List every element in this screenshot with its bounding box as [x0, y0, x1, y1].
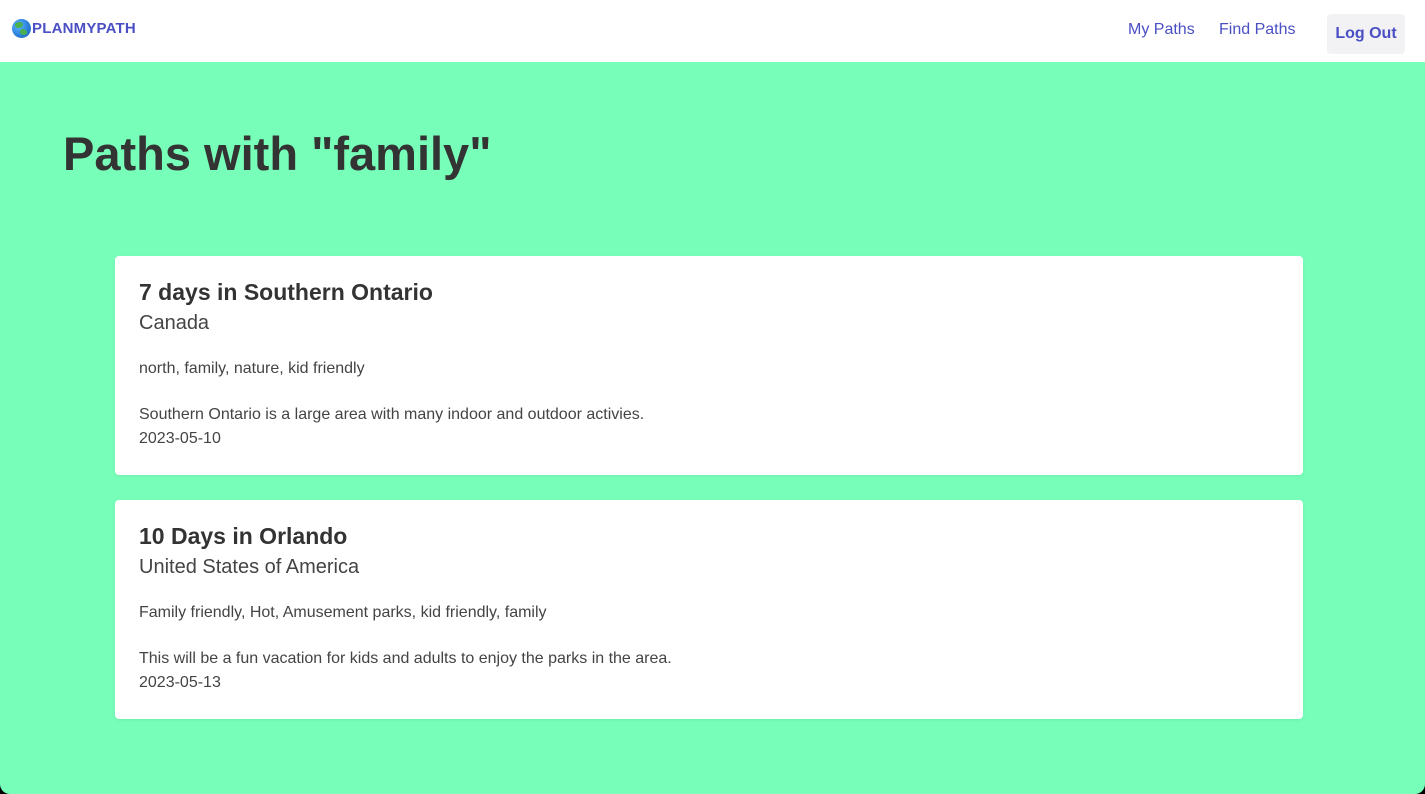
path-description: This will be a fun vacation for kids and…	[139, 650, 672, 667]
path-date: 2023-05-10	[139, 430, 221, 447]
logout-button[interactable]: Log Out	[1327, 14, 1405, 54]
page: PLANMYPATH My Paths Find Paths Log Out P…	[0, 0, 1425, 794]
brand-name: PLANMYPATH	[32, 20, 136, 37]
path-description: Southern Ontario is a large area with ma…	[139, 406, 645, 423]
path-title[interactable]: 7 days in Southern Ontario	[139, 279, 433, 306]
path-country: Canada	[139, 312, 210, 334]
brand-logo-link[interactable]: PLANMYPATH	[12, 19, 136, 38]
path-tags: north, family, nature, kid friendly	[139, 360, 365, 377]
path-country: United States of America	[139, 556, 360, 578]
path-date: 2023-05-13	[139, 674, 221, 691]
globe-icon	[12, 19, 31, 38]
path-card[interactable]: 10 Days in Orlando United States of Amer…	[115, 500, 1303, 719]
nav-link-find-paths[interactable]: Find Paths	[1219, 21, 1295, 39]
navbar: PLANMYPATH My Paths Find Paths Log Out	[0, 0, 1425, 62]
nav-link-my-paths[interactable]: My Paths	[1128, 21, 1195, 39]
page-title: Paths with "family"	[63, 127, 492, 180]
path-tags: Family friendly, Hot, Amusement parks, k…	[139, 604, 547, 621]
path-title[interactable]: 10 Days in Orlando	[139, 523, 347, 550]
path-card[interactable]: 7 days in Southern Ontario Canada north,…	[115, 256, 1303, 475]
